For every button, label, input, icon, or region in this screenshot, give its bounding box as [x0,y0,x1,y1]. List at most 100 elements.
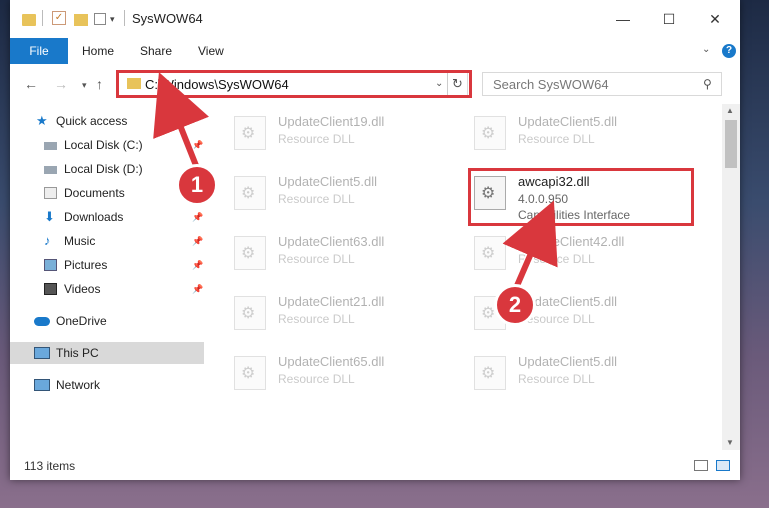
list-item[interactable]: UpdateClient19.dll Resource DLL [234,110,454,158]
list-item[interactable]: UpdateClient5.dll Resource DLL [474,350,694,398]
step-1-badge: 1 [176,164,218,206]
list-item[interactable]: UpdateClient5.dll Resource DLL [234,170,454,218]
scroll-down-icon[interactable]: ▼ [726,438,734,447]
list-item[interactable]: UpdateClient21.dll Resource DLL [234,290,454,338]
details-view-icon[interactable] [694,460,708,471]
tab-home[interactable]: Home [82,38,114,64]
customize-icon[interactable] [94,13,106,25]
tab-share[interactable]: Share [140,38,172,64]
network-icon [34,379,50,391]
sidebar-item-label: Music [64,234,96,248]
file-description: Resource DLL [278,372,355,386]
sidebar-item-label: Videos [64,282,101,296]
sidebar-item-label: This PC [56,346,99,360]
properties-check-icon[interactable]: ✓ [52,11,66,25]
computer-icon [34,347,50,359]
back-button[interactable]: ← [24,76,38,92]
videos-icon [44,283,57,295]
drive-icon [44,142,57,150]
navigation-pane: ★ Quick access Local Disk (C:) 📌 Local D… [10,104,204,450]
sidebar-item-local-disk-d[interactable]: Local Disk (D:) [10,158,204,180]
sidebar-item-videos[interactable]: Videos 📌 [10,278,204,300]
dll-file-icon [234,236,266,270]
file-list: UpdateClient19.dll Resource DLL UpdateCl… [204,104,722,450]
scroll-thumb[interactable] [725,120,737,168]
sidebar-item-label: Downloads [64,210,124,224]
dll-file-icon [234,176,266,210]
music-icon: ♪ [44,233,51,248]
navigation-bar: ← → ▾ ↑ C:\Windows\SysWOW64 ⌄ ↻ Search S… [10,64,740,104]
sidebar-item-network[interactable]: Network [10,374,204,396]
pin-icon: 📌 [192,212,204,222]
close-button[interactable]: ✕ [692,6,738,32]
cloud-icon [34,317,50,326]
file-name: UpdateClient5.dll [278,174,378,189]
divider [42,10,43,26]
file-description: Resource DLL [278,192,355,206]
sidebar-item-label: OneDrive [56,314,107,328]
vertical-scrollbar[interactable]: ▲ ▼ [722,104,740,450]
step-2-badge: 2 [494,284,536,326]
scroll-up-icon[interactable]: ▲ [726,106,734,115]
pin-icon: 📌 [192,260,204,270]
file-name: UpdateClient42.dll [518,234,625,249]
sidebar-item-local-disk-c[interactable]: Local Disk (C:) 📌 [10,134,204,156]
search-icon: ⚲ [703,77,712,91]
expand-ribbon-icon[interactable]: ⌄ [702,44,710,55]
sidebar-item-label: Network [56,378,101,392]
window-title: SysWOW64 [132,11,203,26]
ribbon-tabs: File Home Share View ⌄ ? [10,38,740,65]
sidebar-item-onedrive[interactable]: OneDrive [10,310,204,332]
file-name: UpdateClient63.dll [278,234,385,249]
sidebar-item-label: Quick access [56,114,128,128]
drive-icon [44,166,57,174]
search-input[interactable]: Search SysWOW64 ⚲ [482,72,722,96]
file-name: UpdateClient5.dll [518,114,618,129]
dll-file-icon [474,236,506,270]
file-name: UpdateClient65.dll [278,354,385,369]
tab-file[interactable]: File [10,38,68,64]
list-item[interactable]: UpdateClient65.dll Resource DLL [234,350,454,398]
list-item[interactable]: UpdateClient63.dll Resource DLL [234,230,454,278]
file-name: UpdateClient5.dll [518,354,618,369]
list-item[interactable]: UpdateClient5.dll Resource DLL [474,110,694,158]
dll-file-icon [234,296,266,330]
item-count: 113 items [24,459,76,473]
maximize-button[interactable]: ☐ [646,6,692,32]
sidebar-item-this-pc[interactable]: This PC [10,342,204,364]
forward-button[interactable]: → [54,76,68,92]
dll-file-icon [234,116,266,150]
minimize-button[interactable]: — [600,6,646,32]
list-item[interactable]: UpdateClient42.dll Resource DLL [474,230,694,278]
documents-icon [44,187,57,199]
help-icon[interactable]: ? [722,44,736,58]
large-icons-view-icon[interactable] [716,460,730,471]
title-bar: ✓ ▾ SysWOW64 — ☐ ✕ [10,0,740,38]
pictures-icon [44,259,57,271]
sidebar-item-label: Local Disk (D:) [64,162,143,176]
file-description: Resource DLL [278,252,355,266]
pin-icon: 📌 [192,284,204,294]
quick-access-dropdown-icon[interactable]: ▾ [110,14,115,30]
sidebar-item-downloads[interactable]: ⬇ Downloads 📌 [10,206,204,228]
dll-file-icon [474,356,506,390]
sidebar-item-music[interactable]: ♪ Music 📌 [10,230,204,252]
sidebar-item-quick-access[interactable]: ★ Quick access [10,110,204,132]
status-bar: 113 items [10,450,740,480]
new-folder-icon[interactable] [74,14,88,26]
file-description: Resource DLL [518,132,595,146]
sidebar-item-pictures[interactable]: Pictures 📌 [10,254,204,276]
sidebar-item-label: Documents [64,186,125,200]
divider [124,10,125,26]
dll-file-icon [234,356,266,390]
tab-view[interactable]: View [198,38,224,64]
up-button[interactable]: ↑ [96,76,103,92]
file-explorer-window: ✓ ▾ SysWOW64 — ☐ ✕ File Home Share View … [10,0,740,480]
recent-locations-icon[interactable]: ▾ [82,80,87,91]
pin-icon: 📌 [192,236,204,246]
pin-icon: 📌 [192,140,204,150]
sidebar-item-documents[interactable]: Documents [10,182,204,204]
sidebar-item-label: Pictures [64,258,108,272]
folder-icon [22,14,36,26]
download-icon: ⬇ [44,209,55,224]
